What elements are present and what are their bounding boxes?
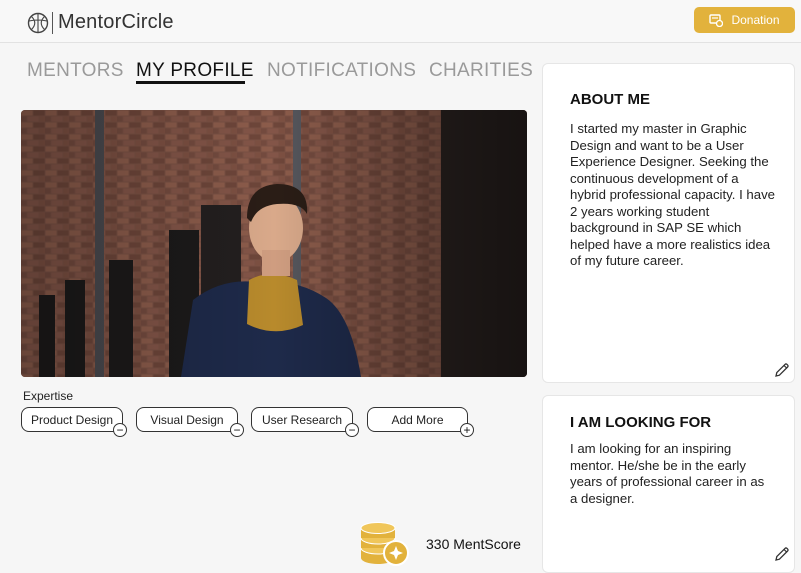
tab-my-profile[interactable]: MY PROFILE: [136, 60, 254, 82]
logo-icon: [27, 12, 49, 33]
expertise-chip-label: Product Design: [30, 412, 114, 427]
profile-photo-image: [21, 110, 527, 377]
expertise-chip-label: User Research: [261, 412, 343, 427]
remove-chip-icon[interactable]: −: [113, 423, 127, 437]
expertise-chip-label: Visual Design: [150, 412, 224, 427]
expertise-chip[interactable]: User Research: [251, 407, 353, 432]
tab-charities[interactable]: CHARITIES: [429, 60, 533, 82]
about-me-card: ABOUT ME I started my master in Graphic …: [542, 63, 795, 383]
profile-photo: [21, 110, 527, 377]
tab-notifications[interactable]: NOTIFICATIONS: [267, 60, 416, 82]
looking-for-card: I AM LOOKING FOR I am looking for an ins…: [542, 395, 795, 573]
coins-icon: [360, 522, 409, 566]
logo[interactable]: MentorCircle: [27, 11, 174, 34]
looking-for-title: I AM LOOKING FOR: [570, 414, 712, 431]
app-name: MentorCircle: [58, 11, 174, 33]
top-bar: MentorCircle Donation: [0, 0, 801, 43]
add-chip-icon[interactable]: +: [460, 423, 474, 437]
expertise-label: Expertise: [23, 389, 74, 403]
donation-label: Donation: [731, 13, 780, 27]
donation-button[interactable]: Donation: [694, 7, 795, 33]
remove-chip-icon[interactable]: −: [345, 423, 359, 437]
remove-chip-icon[interactable]: −: [230, 423, 244, 437]
edit-pencil-icon[interactable]: [774, 362, 790, 378]
logo-divider: [52, 11, 53, 34]
expertise-chip[interactable]: Visual Design: [136, 407, 238, 432]
donation-icon: [709, 14, 724, 27]
expertise-chip[interactable]: Product Design: [21, 407, 123, 432]
edit-pencil-icon[interactable]: [774, 546, 790, 562]
about-me-text: I started my master in Graphic Design an…: [570, 121, 776, 268]
mentscore-value: 330 MentScore: [426, 536, 521, 552]
tab-mentors[interactable]: MENTORS: [27, 60, 124, 82]
add-more-chip[interactable]: Add More: [367, 407, 468, 432]
active-tab-indicator: [136, 81, 245, 84]
looking-for-text: I am looking for an inspiring mentor. He…: [570, 441, 765, 506]
about-me-title: ABOUT ME: [570, 91, 650, 108]
add-more-label: Add More: [391, 412, 444, 427]
